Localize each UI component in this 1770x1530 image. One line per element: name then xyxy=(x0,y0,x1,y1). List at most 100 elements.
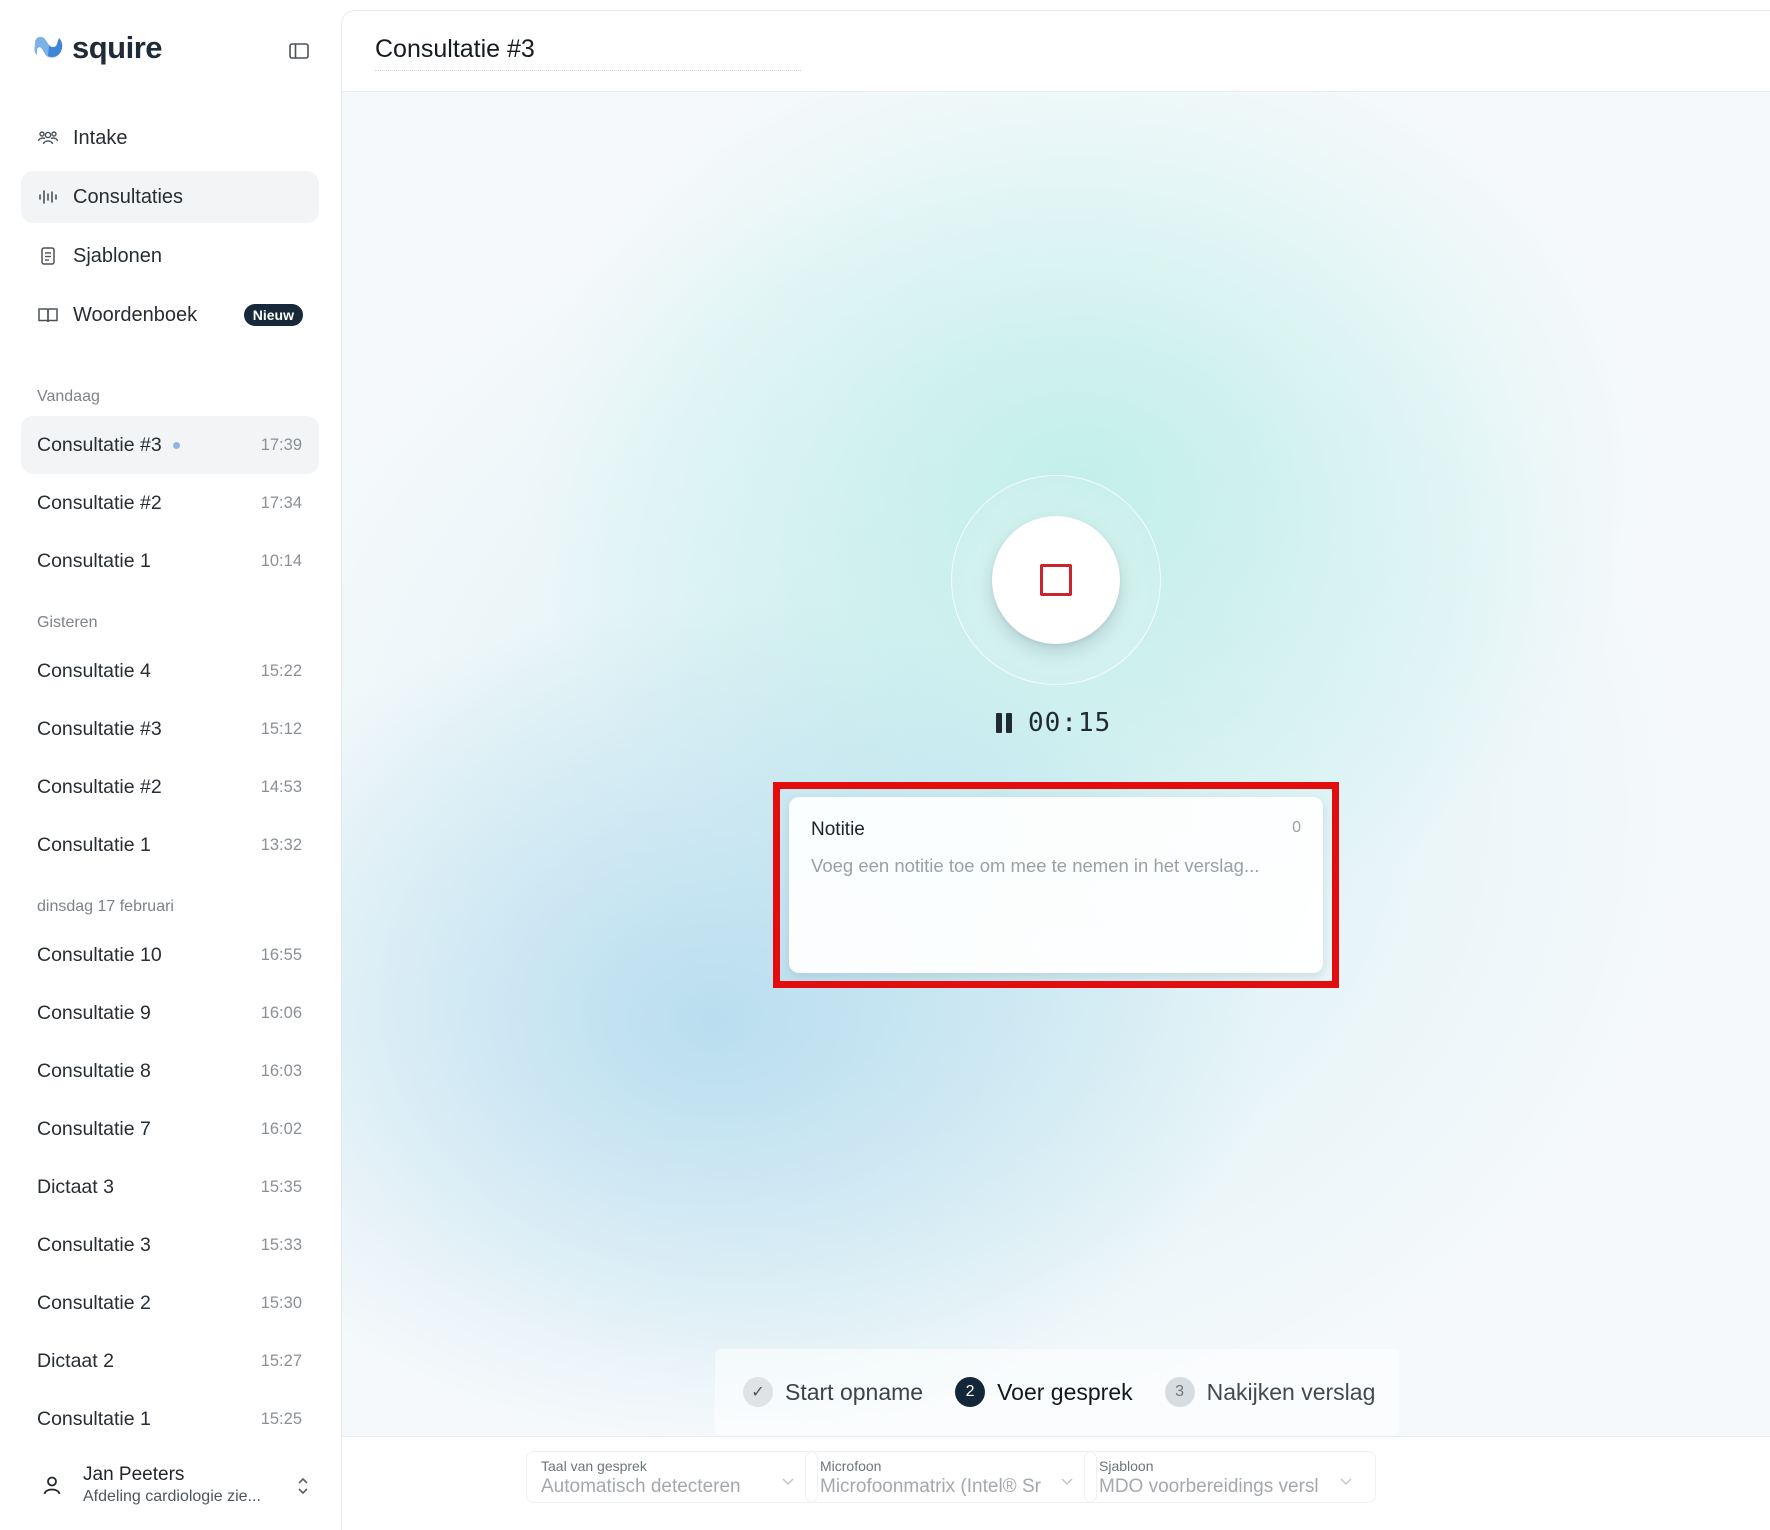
nav-label: Woordenboek xyxy=(73,303,198,326)
history-item[interactable]: Consultatie 9 16:06 xyxy=(21,984,319,1042)
history-item[interactable]: Dictaat 3 15:35 xyxy=(21,1158,319,1216)
chevron-up-down-icon xyxy=(298,1477,308,1495)
history-item-title: Consultatie 10 xyxy=(37,943,162,966)
history-item-title: Dictaat 2 xyxy=(37,1349,114,1372)
language-select[interactable]: Taal van gesprek Automatisch detecteren xyxy=(526,1451,818,1503)
sidebar: squire Intake Consultaties Sjablonen Woo… xyxy=(0,0,340,1530)
brand[interactable]: squire xyxy=(32,30,163,66)
history-item-title: Consultatie #3 xyxy=(37,433,162,456)
history-item-title: Consultatie 7 xyxy=(37,1117,151,1140)
chevron-down-icon xyxy=(1061,1478,1073,1486)
history-item-time: 16:55 xyxy=(260,945,302,964)
note-character-count: 0 xyxy=(1292,819,1301,836)
step-start-opname: ✓ Start opname xyxy=(743,1377,923,1407)
user-icon xyxy=(35,1468,69,1502)
progress-stepper: ✓ Start opname 2 Voer gesprek 3 Nakijken… xyxy=(715,1349,1399,1435)
history-item[interactable]: Consultatie 8 16:03 xyxy=(21,1042,319,1100)
history-item-time: 15:30 xyxy=(260,1293,302,1312)
step-voer-gesprek: 2 Voer gesprek xyxy=(955,1377,1133,1407)
step-label: Nakijken verslag xyxy=(1206,1378,1376,1405)
nav-item-sjablonen[interactable]: Sjablonen xyxy=(21,230,319,282)
nav-label: Sjablonen xyxy=(73,244,162,267)
note-input[interactable] xyxy=(811,855,1301,915)
select-caption: Taal van gesprek xyxy=(541,1458,647,1474)
select-value: MDO voorbereidings versl xyxy=(1099,1476,1319,1497)
user-department: Afdeling cardiologie zie... xyxy=(83,1488,261,1505)
sidebar-collapse-icon[interactable] xyxy=(286,40,312,62)
recording-timer-row: 00:15 xyxy=(996,707,1111,739)
history-group-label: dinsdag 17 februari xyxy=(37,898,174,915)
user-menu[interactable]: Jan Peeters Afdeling cardiologie zie... xyxy=(21,1454,319,1516)
main-panel: Consultatie #3 00:15 Notitie 0 ✓ Start o… xyxy=(341,10,1770,1530)
top-bar: Consultatie #3 xyxy=(342,11,1770,92)
step-label: Start opname xyxy=(785,1378,924,1405)
select-value: Automatisch detecteren xyxy=(541,1476,741,1497)
nav-item-intake[interactable]: Intake xyxy=(21,112,319,164)
history-group-label: Vandaag xyxy=(37,388,100,405)
history-item-time: 15:12 xyxy=(260,719,302,738)
history-item[interactable]: Dictaat 2 15:27 xyxy=(21,1332,319,1390)
history-item-time: 16:06 xyxy=(260,1003,302,1022)
history-item-title: Dictaat 3 xyxy=(37,1175,114,1198)
select-caption: Microfoon xyxy=(820,1458,882,1474)
template-select[interactable]: Sjabloon MDO voorbereidings versl xyxy=(1084,1451,1376,1503)
history-item[interactable]: Consultatie 3 15:33 xyxy=(21,1216,319,1274)
history-item-time: 15:22 xyxy=(260,661,302,680)
history-item[interactable]: Consultatie 1 15:25 xyxy=(21,1390,319,1448)
history-item[interactable]: Consultatie #2 17:34 xyxy=(21,474,319,532)
step-nakijken-verslag: 3 Nakijken verslag xyxy=(1164,1377,1376,1407)
history-item[interactable]: Consultatie 10 16:55 xyxy=(21,926,319,984)
history-item-title: Consultatie #2 xyxy=(37,491,162,514)
history-item-title: Consultatie 2 xyxy=(37,1291,151,1314)
new-badge: Nieuw xyxy=(243,304,303,326)
history-item-time: 16:03 xyxy=(260,1061,302,1080)
history-item-time: 15:27 xyxy=(260,1351,302,1370)
nav-label: Intake xyxy=(73,126,128,149)
history-item-title: Consultatie 3 xyxy=(37,1233,151,1256)
history-group-label: Gisteren xyxy=(37,614,98,631)
squire-logo-icon xyxy=(34,36,63,58)
page-title[interactable]: Consultatie #3 xyxy=(375,35,801,71)
history-item[interactable]: Consultatie #3 15:12 xyxy=(21,700,319,758)
history-item[interactable]: Consultatie #2 14:53 xyxy=(21,758,319,816)
brand-name: squire xyxy=(72,30,163,65)
nav-item-consultaties[interactable]: Consultaties xyxy=(21,171,319,223)
history-item-time: 17:39 xyxy=(260,435,302,454)
stop-icon xyxy=(1040,564,1072,596)
step-label: Voer gesprek xyxy=(997,1378,1133,1405)
history-item-time: 10:14 xyxy=(260,551,302,570)
history-item-title: Consultatie 1 xyxy=(37,549,151,572)
nav-item-woordenboek[interactable]: Woordenboek Nieuw xyxy=(21,289,319,341)
history-item-title: Consultatie #3 xyxy=(37,717,162,740)
settings-bar: Taal van gesprek Automatisch detecteren … xyxy=(342,1436,1770,1530)
history-item[interactable]: Consultatie 7 16:02 xyxy=(21,1100,319,1158)
history-item-time: 14:53 xyxy=(260,777,302,796)
history-item-time: 15:33 xyxy=(260,1235,302,1254)
check-icon: ✓ xyxy=(743,1377,773,1407)
note-card: Notitie 0 xyxy=(789,797,1323,973)
history-item-time: 16:02 xyxy=(260,1119,302,1138)
nav-label: Consultaties xyxy=(73,185,184,208)
microphone-select[interactable]: Microfoon Microfoonmatrix (Intel® Sr xyxy=(805,1451,1097,1503)
history-item-time: 13:32 xyxy=(260,835,302,854)
history-item[interactable]: Consultatie #3 17:39 xyxy=(21,416,319,474)
history-item-title: Consultatie 9 xyxy=(37,1001,151,1024)
user-name: Jan Peeters xyxy=(83,1464,185,1485)
history-item-title: Consultatie 8 xyxy=(37,1059,151,1082)
stop-recording-button[interactable] xyxy=(992,516,1120,644)
step-number: 3 xyxy=(1164,1377,1195,1407)
history-item[interactable]: Consultatie 1 10:14 xyxy=(21,532,319,590)
history-item[interactable]: Consultatie 2 15:30 xyxy=(21,1274,319,1332)
consultation-history: Vandaag Consultatie #3 17:39 Consultatie #2… xyxy=(21,378,319,1448)
chevron-down-icon xyxy=(1340,1478,1352,1486)
history-item[interactable]: Consultatie 1 13:32 xyxy=(21,816,319,874)
history-item-title: Consultatie 4 xyxy=(37,659,151,682)
select-value: Microfoonmatrix (Intel® Sr xyxy=(820,1476,1041,1497)
pause-icon[interactable] xyxy=(996,713,1012,733)
users-icon xyxy=(37,131,59,145)
book-icon xyxy=(38,308,58,323)
history-item[interactable]: Consultatie 4 15:22 xyxy=(21,642,319,700)
recording-timer: 00:15 xyxy=(1028,708,1112,738)
history-item-time: 15:25 xyxy=(260,1409,302,1428)
